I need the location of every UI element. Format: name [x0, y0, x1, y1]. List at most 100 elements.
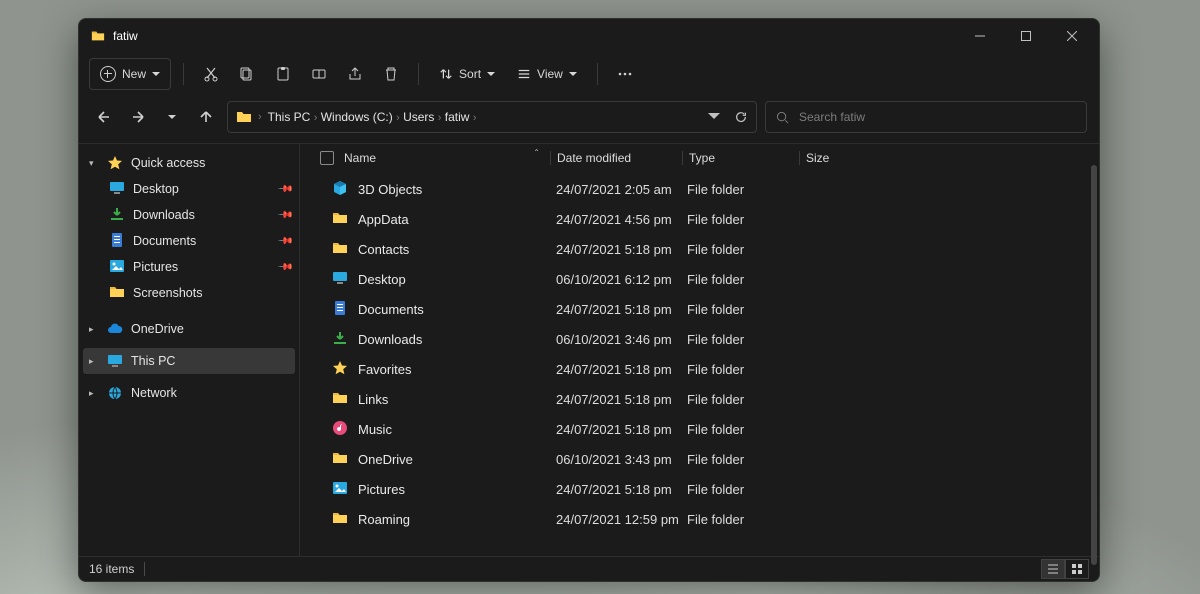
folder-icon: [332, 210, 348, 229]
sort-button[interactable]: Sort: [431, 59, 503, 89]
file-name: Downloads: [358, 332, 422, 347]
sidebar-item-label: Pictures: [133, 260, 178, 274]
file-name: Music: [358, 422, 392, 437]
address-bar[interactable]: › This PC › Windows (C:) › Users › fatiw…: [227, 101, 757, 133]
nav-back-button[interactable]: [91, 104, 117, 130]
status-count: 16 items: [89, 562, 134, 576]
sidebar-item-label: Screenshots: [133, 286, 202, 300]
list-icon: [517, 67, 531, 81]
minimize-button[interactable]: [957, 19, 1003, 53]
refresh-icon[interactable]: [734, 110, 748, 124]
star-icon: [107, 155, 123, 171]
scrollbar[interactable]: [1091, 165, 1097, 565]
file-date: 24/07/2021 5:18 pm: [550, 302, 681, 317]
sidebar-item-this-pc[interactable]: ▸ This PC: [83, 348, 295, 374]
file-date: 24/07/2021 4:56 pm: [550, 212, 681, 227]
sidebar-item-screenshots[interactable]: Screenshots: [79, 280, 299, 306]
chevron-down-icon: [569, 70, 577, 78]
breadcrumb-segment[interactable]: Users: [403, 110, 434, 124]
pictures-icon: [332, 480, 348, 499]
delete-button[interactable]: [376, 59, 406, 89]
table-row[interactable]: Desktop06/10/2021 6:12 pmFile folder: [300, 264, 1099, 294]
column-size[interactable]: Size: [806, 151, 829, 165]
table-row[interactable]: Pictures24/07/2021 5:18 pmFile folder: [300, 474, 1099, 504]
file-type: File folder: [681, 332, 797, 347]
paste-button[interactable]: [268, 59, 298, 89]
column-headers[interactable]: Name⌃ Date modified Type Size: [300, 144, 1099, 172]
column-date[interactable]: Date modified: [557, 151, 631, 165]
nav-up-button[interactable]: [193, 104, 219, 130]
cut-button[interactable]: [196, 59, 226, 89]
plus-circle-icon: [100, 66, 116, 82]
nav-recent-button[interactable]: [159, 104, 185, 130]
breadcrumb-segment[interactable]: fatiw: [445, 110, 470, 124]
chevron-right-icon: ▸: [89, 388, 99, 399]
table-row[interactable]: Favorites24/07/2021 5:18 pmFile folder: [300, 354, 1099, 384]
sidebar-item-network[interactable]: ▸ Network: [79, 380, 299, 406]
column-name[interactable]: Name: [344, 151, 376, 165]
table-row[interactable]: Roaming24/07/2021 12:59 pmFile folder: [300, 504, 1099, 534]
sidebar-item-documents[interactable]: Documents📌: [79, 228, 299, 254]
cloud-icon: [107, 321, 123, 337]
select-all-checkbox[interactable]: [320, 151, 334, 165]
search-box[interactable]: [765, 101, 1087, 133]
sidebar-item-quick-access[interactable]: ▾ Quick access: [79, 150, 299, 176]
file-date: 24/07/2021 2:05 am: [550, 182, 681, 197]
file-name: Favorites: [358, 362, 411, 377]
file-name: Links: [358, 392, 388, 407]
status-bar: 16 items: [79, 556, 1099, 581]
breadcrumb-segment[interactable]: This PC: [268, 110, 311, 124]
cube3d-icon: [332, 180, 348, 199]
file-list[interactable]: 3D Objects 24/07/2021 2:05 am File folder A…: [300, 172, 1099, 556]
sidebar-item-label: OneDrive: [131, 322, 184, 336]
toolbar: New Sort View: [79, 53, 1099, 95]
table-row[interactable]: Links24/07/2021 5:18 pmFile folder: [300, 384, 1099, 414]
file-name: OneDrive: [358, 452, 413, 467]
content-pane: Name⌃ Date modified Type Size 3D Objects…: [300, 144, 1099, 556]
view-button[interactable]: View: [509, 59, 585, 89]
table-row[interactable]: Downloads 06/10/2021 3:46 pmFile folder: [300, 324, 1099, 354]
breadcrumb[interactable]: This PC › Windows (C:) › Users › fatiw ›: [268, 110, 477, 124]
search-input[interactable]: [797, 109, 1076, 125]
sidebar-item-label: Documents: [133, 234, 196, 248]
table-row[interactable]: Contacts24/07/2021 5:18 pmFile folder: [300, 234, 1099, 264]
maximize-button[interactable]: [1003, 19, 1049, 53]
copy-button[interactable]: [232, 59, 262, 89]
star-icon: [332, 360, 348, 379]
table-row[interactable]: AppData24/07/2021 4:56 pmFile folder: [300, 204, 1099, 234]
nav-forward-button[interactable]: [125, 104, 151, 130]
file-name: 3D Objects: [358, 182, 422, 197]
sidebar-item-label: Downloads: [133, 208, 195, 222]
file-type: File folder: [681, 512, 797, 527]
file-date: 06/10/2021 3:46 pm: [550, 332, 681, 347]
close-button[interactable]: [1049, 19, 1095, 53]
column-type[interactable]: Type: [689, 151, 715, 165]
rename-button[interactable]: [304, 59, 334, 89]
network-icon: [107, 385, 123, 401]
download-icon: [332, 330, 348, 349]
folder-icon: [109, 284, 125, 303]
chevron-down-icon[interactable]: [708, 110, 720, 122]
folder-icon: [332, 510, 348, 529]
file-date: 24/07/2021 5:18 pm: [550, 482, 681, 497]
titlebar[interactable]: fatiw: [79, 19, 1099, 53]
view-details-button[interactable]: [1041, 559, 1065, 579]
share-button[interactable]: [340, 59, 370, 89]
chevron-right-icon: ▸: [89, 324, 99, 335]
desktop-icon: [109, 180, 125, 199]
table-row[interactable]: Music24/07/2021 5:18 pmFile folder: [300, 414, 1099, 444]
more-button[interactable]: [610, 59, 640, 89]
sidebar-item-desktop[interactable]: Desktop📌: [79, 176, 299, 202]
breadcrumb-segment[interactable]: Windows (C:): [321, 110, 393, 124]
table-row[interactable]: OneDrive06/10/2021 3:43 pmFile folder: [300, 444, 1099, 474]
table-row[interactable]: 3D Objects24/07/2021 2:05 amFile folder: [300, 174, 1099, 204]
view-thumbnails-button[interactable]: [1065, 559, 1089, 579]
new-button[interactable]: New: [89, 58, 171, 90]
file-type: File folder: [681, 272, 797, 287]
file-date: 06/10/2021 3:43 pm: [550, 452, 681, 467]
sidebar-item-onedrive[interactable]: ▸ OneDrive: [79, 316, 299, 342]
table-row[interactable]: Documents24/07/2021 5:18 pmFile folder: [300, 294, 1099, 324]
pin-icon: 📌: [276, 181, 293, 198]
sidebar-item-downloads[interactable]: Downloads📌: [79, 202, 299, 228]
sidebar-item-pictures[interactable]: Pictures📌: [79, 254, 299, 280]
